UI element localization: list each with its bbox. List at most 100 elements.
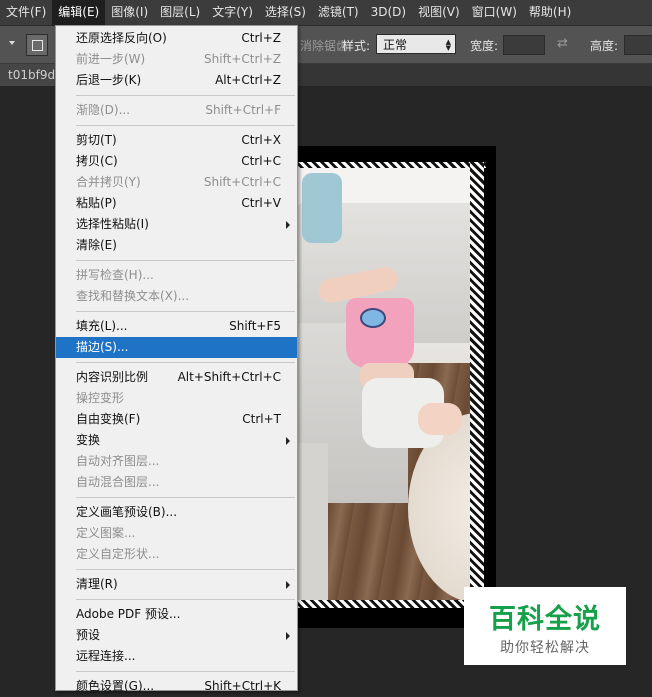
height-input[interactable] (624, 35, 652, 55)
submenu-arrow-icon (286, 437, 290, 445)
menu-separator (76, 311, 295, 312)
menu-item-find-replace[interactable]: 查找和替换文本(X)... (56, 286, 297, 307)
menu-item-shortcut: Ctrl+T (242, 412, 281, 426)
menu-item-stroke[interactable]: 描边(S)... (56, 337, 297, 358)
canvas-photo[interactable] (298, 163, 482, 605)
menu-item-label: 变换 (76, 433, 101, 447)
menu-item-define-brush[interactable]: 定义画笔预设(B)... (56, 502, 297, 523)
menu-item-spell-check[interactable]: 拼写检查(H)... (56, 265, 297, 286)
menu-item-label: 操控变形 (76, 391, 125, 405)
height-label: 高度: (590, 39, 619, 53)
menu-item-copy[interactable]: 拷贝(C) Ctrl+C (56, 151, 297, 172)
photo-pillow (302, 173, 342, 243)
menu-item-transform[interactable]: 变换 (56, 430, 297, 451)
menu-separator (76, 569, 295, 570)
style-select[interactable]: 正常 ▲ ▼ (376, 34, 456, 54)
submenu-arrow-icon (286, 221, 290, 229)
menu-item-label: 内容识别比例 (76, 370, 149, 384)
edit-menu: 还原选择反向(O) Ctrl+Z 前进一步(W) Shift+Ctrl+Z 后退一步… (55, 25, 298, 693)
menu-item-label: 自由变换(F) (76, 412, 141, 426)
menu-item-label: 合并拷贝(Y) (76, 175, 141, 189)
menu-item-puppet-warp[interactable]: 操控变形 (56, 388, 297, 409)
menu-item-shortcut: Shift+Ctrl+C (203, 175, 281, 189)
menu-item-shortcut: Ctrl+X (241, 133, 281, 147)
menu-item-shortcut: Ctrl+V (241, 196, 281, 210)
menu-item-shortcut: Alt+Shift+Ctrl+C (177, 370, 281, 384)
menu-item-label: 自动对齐图层... (76, 454, 160, 468)
menu-bar: 文件(F) 编辑(E) 图像(I) 图层(L) 文字(Y) 选择(S) 滤镜(T… (0, 0, 652, 26)
width-label: 宽度: (470, 39, 499, 53)
anti-alias-label[interactable]: 消除锯齿 (300, 37, 348, 54)
menu-item-purge[interactable]: 清理(R) (56, 574, 297, 595)
menu-item-label: 定义图案... (76, 526, 136, 540)
menu-layer[interactable]: 图层(L) (154, 0, 206, 25)
menu-item-shortcut: Shift+F5 (229, 319, 281, 333)
menu-3d[interactable]: 3D(D) (365, 0, 412, 25)
menu-item-color-settings[interactable]: 颜色设置(G)... Shift+Ctrl+K (56, 676, 297, 697)
menu-item-label: 清除(E) (76, 238, 117, 252)
menu-item-shortcut: Alt+Ctrl+Z (215, 73, 281, 87)
menu-separator (76, 260, 295, 261)
watermark-subtitle: 助你轻松解决 (500, 640, 590, 656)
menu-item-content-aware-scale[interactable]: 内容识别比例 Alt+Shift+Ctrl+C (56, 367, 297, 388)
menu-item-shortcut: Shift+Ctrl+K (204, 679, 281, 693)
menu-item-label: 定义自定形状... (76, 547, 160, 561)
submenu-arrow-icon (286, 632, 290, 640)
menu-item-define-pattern[interactable]: 定义图案... (56, 523, 297, 544)
photo-top-print (360, 308, 386, 328)
menu-window[interactable]: 窗口(W) (466, 0, 523, 25)
menu-item-auto-align-layers[interactable]: 自动对齐图层... (56, 451, 297, 472)
menu-item-free-transform[interactable]: 自由变换(F) Ctrl+T (56, 409, 297, 430)
menu-file[interactable]: 文件(F) (0, 0, 52, 25)
menu-separator (76, 497, 295, 498)
photo-pink-top (346, 298, 414, 368)
watermark: 百科全说 助你轻松解决 (464, 587, 626, 665)
width-input[interactable] (503, 35, 545, 55)
menu-separator (76, 362, 295, 363)
menu-item-label: 定义画笔预设(B)... (76, 505, 178, 519)
menu-filter[interactable]: 滤镜(T) (312, 0, 365, 25)
menu-item-undo[interactable]: 还原选择反向(O) Ctrl+Z (56, 28, 297, 49)
menu-item-cut[interactable]: 剪切(T) Ctrl+X (56, 130, 297, 151)
menu-item-fade[interactable]: 渐隐(D)... Shift+Ctrl+F (56, 100, 297, 121)
menu-select[interactable]: 选择(S) (259, 0, 312, 25)
menu-item-fill[interactable]: 填充(L)... Shift+F5 (56, 316, 297, 337)
menu-item-step-backward[interactable]: 后退一步(K) Alt+Ctrl+Z (56, 70, 297, 91)
menu-item-copy-merged[interactable]: 合并拷贝(Y) Shift+Ctrl+C (56, 172, 297, 193)
style-label: 样式: (342, 39, 371, 53)
menu-item-shortcut: Shift+Ctrl+F (205, 103, 281, 117)
menu-item-shortcut: Ctrl+Z (241, 31, 281, 45)
menu-separator (76, 671, 295, 672)
menu-item-label: 远程连接... (76, 649, 136, 663)
tool-preset-dropdown-icon[interactable] (9, 41, 15, 45)
menu-item-paste-special[interactable]: 选择性粘贴(I) (56, 214, 297, 235)
menu-item-shortcut: Ctrl+C (241, 154, 281, 168)
menu-image[interactable]: 图像(I) (105, 0, 154, 25)
watermark-title: 百科全说 (489, 604, 601, 635)
menu-help[interactable]: 帮助(H) (523, 0, 577, 25)
menu-item-label: 渐隐(D)... (76, 103, 131, 117)
menu-separator (76, 599, 295, 600)
menu-item-label: 拷贝(C) (76, 154, 118, 168)
menu-item-auto-blend-layers[interactable]: 自动混合图层... (56, 472, 297, 493)
menu-item-label: 查找和替换文本(X)... (76, 289, 190, 303)
menu-item-label: 描边(S)... (76, 340, 129, 354)
menu-item-define-shape[interactable]: 定义自定形状... (56, 544, 297, 565)
menu-item-clear[interactable]: 清除(E) (56, 235, 297, 256)
rectangle-marquee-icon[interactable] (26, 34, 48, 56)
menu-item-label: 粘贴(P) (76, 196, 117, 210)
menu-type[interactable]: 文字(Y) (206, 0, 259, 25)
menu-view[interactable]: 视图(V) (412, 0, 466, 25)
menu-item-label: 选择性粘贴(I) (76, 217, 149, 231)
menu-item-label: 还原选择反向(O) (76, 31, 167, 45)
select-spinner-icon: ▲ ▼ (445, 38, 451, 52)
menu-item-presets[interactable]: 预设 (56, 625, 297, 646)
menu-item-step-forward[interactable]: 前进一步(W) Shift+Ctrl+Z (56, 49, 297, 70)
swap-icon[interactable]: ⇄ (557, 36, 568, 51)
menu-edit[interactable]: 编辑(E) (52, 0, 106, 25)
menu-item-remote-connections[interactable]: 远程连接... (56, 646, 297, 667)
menu-item-label: 拼写检查(H)... (76, 268, 154, 282)
menu-item-pdf-presets[interactable]: Adobe PDF 预设... (56, 604, 297, 625)
menu-item-paste[interactable]: 粘贴(P) Ctrl+V (56, 193, 297, 214)
menu-separator (76, 95, 295, 96)
